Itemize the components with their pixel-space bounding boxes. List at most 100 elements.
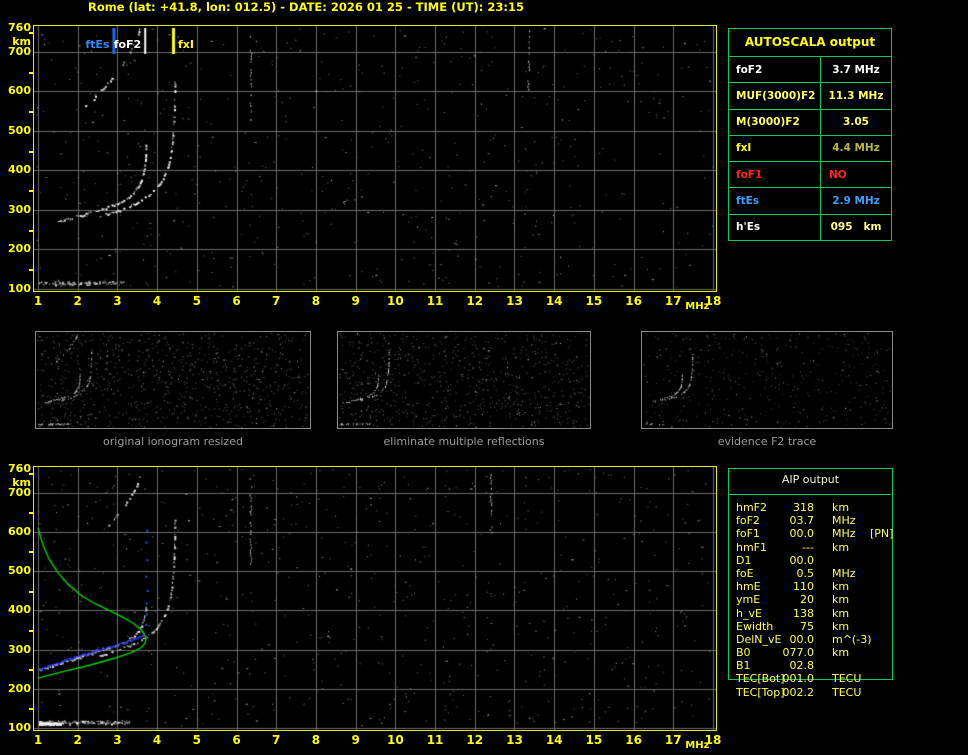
y-tick-label: 400 [8,163,31,177]
aip-cell: 001.0 [782,672,815,686]
y-axis-tick [29,111,33,114]
autoscala-row-value: 3.7 MHz [832,63,880,76]
x-tick-label: 7 [272,294,281,308]
aip-cell: km [832,593,850,607]
autoscala-row-ftEs: ftEs 2.9 MHz [729,188,891,215]
y-axis-tick [29,512,33,515]
y-axis-tick [29,708,33,711]
autoscala-app: { "window": { "title": "Rome (lat: +41.8… [0,0,968,755]
y-axis-tick [29,229,33,232]
aip-row-hmF2: hmF2 318 km [728,501,903,514]
y-tick-label: 500 [8,123,31,137]
aip-row-DelN_vE: DelN_vE 00.0 m^(-3) [728,633,903,646]
x-tick-label: 5 [192,294,201,308]
thumbnail-canvas [338,332,590,428]
top-ionogram-canvas [34,26,716,291]
autoscala-row-label: h'Es [729,214,821,240]
autoscala-row-label: M(3000)F2 [729,109,821,135]
top-ionogram-plot [33,25,717,292]
y-axis-unit: km [12,35,31,48]
aip-row-hmE: hmE 110 km [728,580,903,593]
x-tick-label: 14 [545,294,563,308]
x-tick-label: 9 [351,733,360,747]
y-tick-label: 600 [8,84,31,98]
y-tick-label: 300 [8,642,31,656]
aip-cell: km [832,619,850,633]
aip-cell: 00.0 [789,553,815,567]
x-tick-label: 15 [585,733,603,747]
aip-cell: MHz [832,514,856,528]
autoscala-row-label: ftEs [729,188,821,214]
aip-row-B0: B0 077.0 km [728,646,903,659]
x-tick-label: 17 [664,733,682,747]
aip-cell: foE [736,566,754,580]
x-tick-label: 7 [272,733,281,747]
x-tick-label: 12 [466,294,484,308]
y-tick-label: 400 [8,603,31,617]
aip-cell: 02.8 [789,659,815,673]
aip-cell: 0.5 [796,566,815,580]
aip-row-foE: foE 0.5 MHz [728,567,903,580]
aip-cell: [PN] [870,527,894,541]
aip-cell: 20 [800,593,814,607]
aip-cell: 002.2 [782,685,815,699]
bottom-ionogram-canvas [34,467,716,730]
autoscala-row-foF2: foF2 3.7 MHz [729,57,891,84]
marker-label-fxI: fxI [178,38,194,51]
x-axis-unit: MHz [685,301,710,312]
bottom-ionogram-plot [33,466,717,731]
aip-row-Ewidth: Ewidth 75 km [728,620,903,633]
x-tick-label: 17 [664,294,682,308]
aip-cell: 110 [793,580,814,594]
y-tick-label: 200 [8,242,31,256]
y-axis-unit: km [12,476,31,489]
x-tick-label: 2 [73,294,82,308]
autoscala-row-value: 4.4 MHz [832,142,880,155]
thumbnail-canvas [642,332,892,428]
y-tick-label: 760 [8,21,31,34]
y-axis-tick [29,190,33,193]
aip-cell: 077.0 [782,646,815,660]
x-tick-label: 14 [545,733,563,747]
aip-cell: km [832,540,850,554]
x-tick-label: 6 [232,294,241,308]
aip-row-foF1: foF1 00.0 MHz [PN] [728,527,903,540]
autoscala-table-title: AUTOSCALA output [729,29,891,57]
autoscala-row-label: MUF(3000)F2 [729,83,821,109]
y-axis-tick [29,669,33,672]
y-tick-label: 600 [8,524,31,538]
y-tick-label: 760 [8,462,31,475]
y-axis-tick [29,551,33,554]
x-tick-label: 15 [585,294,603,308]
thumbnail-canvas [36,332,310,428]
autoscala-row-fxI: fxI 4.4 MHz [729,135,891,163]
aip-row-D1: D1 00.0 [728,554,903,567]
aip-cell: MHz [832,527,856,541]
aip-cell: B0 [736,646,751,660]
aip-cell: km [832,580,850,594]
x-tick-label: 8 [311,733,321,747]
aip-cell: 00.0 [789,527,815,541]
y-axis-tick [29,590,33,593]
y-axis-tick [29,629,33,632]
aip-row-TEC[Bot]: TEC[Bot] 001.0 TECU [728,672,903,685]
x-axis-unit: MHz [685,740,710,751]
x-tick-label: 13 [506,733,523,747]
x-tick-label: 13 [506,294,523,308]
thumbnail-caption: original ionogram resized [103,435,243,448]
x-tick-label: 9 [351,294,360,308]
x-tick-label: 3 [113,733,122,747]
aip-cell: m^(-3) [832,632,872,646]
y-tick-label: 100 [8,721,31,734]
x-tick-label: 5 [192,733,201,747]
y-tick-label: 100 [8,282,31,295]
aip-row-ymE: ymE 20 km [728,593,903,606]
y-axis-tick [29,150,33,153]
aip-cell: D1 [736,553,752,567]
thumbnail-caption: eliminate multiple reflections [383,435,545,448]
autoscala-row-foF1: foF1 NO [729,162,891,189]
aip-table-title: AIP output [781,473,840,486]
y-axis-tick [29,31,33,34]
aip-cell: TECU [832,685,862,699]
y-tick-label: 200 [8,681,31,695]
